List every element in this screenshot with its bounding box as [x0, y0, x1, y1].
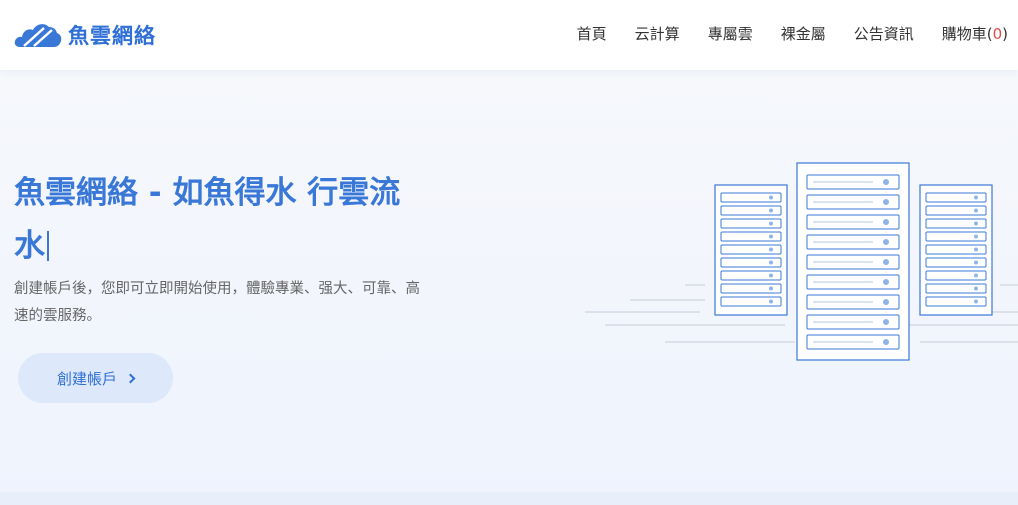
typing-cursor	[47, 231, 49, 261]
hero-headline: 魚雲網絡 - 如魚得水 行雲流 水	[14, 167, 414, 273]
nav-announcements[interactable]: 公告資訊	[854, 22, 914, 46]
headline-line1: 魚雲網絡 - 如魚得水 行雲流	[14, 175, 401, 211]
brand-name: 魚雲網絡	[68, 24, 156, 48]
cloud-icon	[14, 24, 62, 47]
server-rack-icon	[585, 162, 1018, 361]
nav-cart[interactable]: 購物車(0)	[942, 22, 1008, 46]
cart-label-close: )	[1002, 25, 1008, 43]
hero-bottom-band	[0, 492, 1018, 505]
chevron-right-icon	[125, 373, 136, 383]
nav-dedicated-cloud[interactable]: 專屬雲	[708, 22, 753, 46]
nav-bare-metal[interactable]: 裸金屬	[781, 22, 826, 46]
create-account-label: 創建帳戶	[56, 369, 117, 388]
cart-count: 0	[992, 25, 1003, 43]
nav-cloud-computing[interactable]: 云計算	[635, 22, 680, 46]
hero-subtext: 創建帳戶後，您即可立即開始使用，體驗專業、强大、可靠、高速的雲服務。	[14, 281, 420, 324]
main-nav: 首頁 云計算 專屬雲 裸金屬 公告資訊 購物車(0)	[549, 22, 1008, 46]
brand-logo[interactable]: 魚雲網絡	[14, 18, 156, 52]
cart-label: 購物車(	[941, 25, 993, 43]
headline-line2: 水	[14, 228, 45, 264]
top-navbar: 魚雲網絡 首頁 云計算 專屬雲 裸金屬 公告資訊 購物車(0)	[0, 0, 1018, 70]
nav-home[interactable]: 首頁	[577, 22, 607, 46]
create-account-button[interactable]: 創建帳戶	[18, 353, 173, 403]
